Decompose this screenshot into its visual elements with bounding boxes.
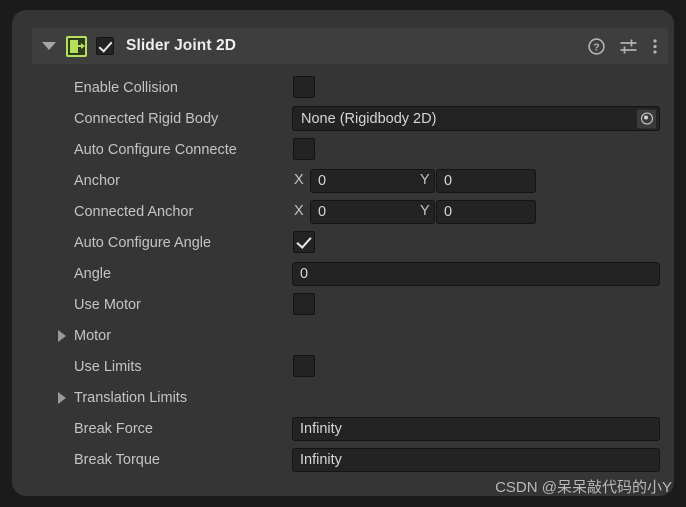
label-use-motor: Use Motor (74, 296, 141, 313)
connected-rigid-body-object-field[interactable]: None (Rigidbody 2D) (292, 106, 660, 131)
row-anchor: Anchor X 0 Y 0 (12, 165, 674, 196)
object-picker-icon (640, 112, 653, 125)
label-motor: Motor (74, 327, 112, 344)
label-translation-limits: Translation Limits (74, 389, 188, 406)
slider-joint-2d-icon (66, 35, 87, 57)
component-foldout-arrow-icon[interactable] (42, 42, 56, 50)
help-icon[interactable]: ? (588, 37, 605, 55)
row-use-motor[interactable]: Use Motor (12, 289, 674, 320)
connected-anchor-y-axis-label: Y (420, 203, 430, 219)
break-force-input[interactable]: Infinity (292, 417, 660, 441)
auto-configure-connected-anchor-checkbox[interactable] (293, 138, 315, 160)
row-translation-limits[interactable]: Translation Limits (12, 382, 674, 413)
component-enabled-checkbox[interactable] (96, 37, 114, 55)
anchor-x-axis-label: X (294, 172, 304, 188)
row-auto-configure-connected-anchor[interactable]: Auto Configure Connecte (12, 134, 674, 165)
label-angle: Angle (74, 265, 112, 282)
connected-anchor-x-axis-label: X (294, 203, 304, 219)
label-break-torque: Break Torque (74, 451, 160, 468)
row-use-limits[interactable]: Use Limits (12, 351, 674, 382)
connected-rigid-body-value: None (Rigidbody 2D) (301, 110, 437, 127)
row-angle: Angle 0 (12, 258, 674, 289)
use-motor-checkbox[interactable] (293, 293, 315, 315)
slider-joint-arrow-head (81, 42, 85, 49)
anchor-y-input[interactable]: 0 (436, 169, 536, 193)
row-motor[interactable]: Motor (12, 320, 674, 351)
label-use-limits: Use Limits (74, 358, 142, 375)
row-connected-anchor: Connected Anchor X 0 Y 0 (12, 196, 674, 227)
enable-collision-checkbox[interactable] (293, 76, 315, 98)
object-picker-button[interactable] (637, 109, 656, 128)
auto-configure-angle-checkbox[interactable] (293, 231, 315, 253)
label-auto-configure-angle: Auto Configure Angle (74, 234, 212, 251)
connected-anchor-y-input[interactable]: 0 (436, 200, 536, 224)
inspector-panel: Slider Joint 2D ? Enable Collision Conne… (12, 10, 674, 496)
slider-joint-door-shape (70, 39, 78, 53)
label-anchor: Anchor (74, 172, 120, 189)
label-enable-collision: Enable Collision (74, 79, 178, 96)
translation-limits-foldout-arrow-icon[interactable] (58, 392, 66, 404)
label-connected-rigid-body: Connected Rigid Body (74, 110, 219, 127)
break-torque-input[interactable]: Infinity (292, 448, 660, 472)
angle-input[interactable]: 0 (292, 262, 660, 286)
header-icon-group: ? (588, 37, 658, 55)
row-break-force: Break Force Infinity (12, 413, 674, 444)
use-limits-checkbox[interactable] (293, 355, 315, 377)
row-auto-configure-angle[interactable]: Auto Configure Angle (12, 227, 674, 258)
label-connected-anchor: Connected Anchor (74, 203, 194, 220)
more-menu-icon[interactable] (652, 38, 658, 55)
anchor-y-axis-label: Y (420, 172, 430, 188)
row-enable-collision[interactable]: Enable Collision (12, 72, 674, 103)
row-break-torque: Break Torque Infinity (12, 444, 674, 475)
label-auto-configure-connected-anchor: Auto Configure Connecte (74, 141, 237, 158)
anchor-x-input[interactable]: 0 (310, 169, 435, 193)
motor-foldout-arrow-icon[interactable] (58, 330, 66, 342)
row-connected-rigid-body[interactable]: Connected Rigid Body None (Rigidbody 2D) (12, 103, 674, 134)
svg-text:?: ? (593, 41, 599, 53)
component-header[interactable]: Slider Joint 2D ? (32, 28, 668, 64)
label-break-force: Break Force (74, 420, 153, 437)
screenshot-root: Slider Joint 2D ? Enable Collision Conne… (0, 0, 686, 507)
component-title: Slider Joint 2D (126, 37, 237, 54)
connected-anchor-x-input[interactable]: 0 (310, 200, 435, 224)
preset-icon[interactable] (619, 38, 638, 55)
watermark: CSDN @呆呆敲代码的小Y (495, 479, 672, 496)
